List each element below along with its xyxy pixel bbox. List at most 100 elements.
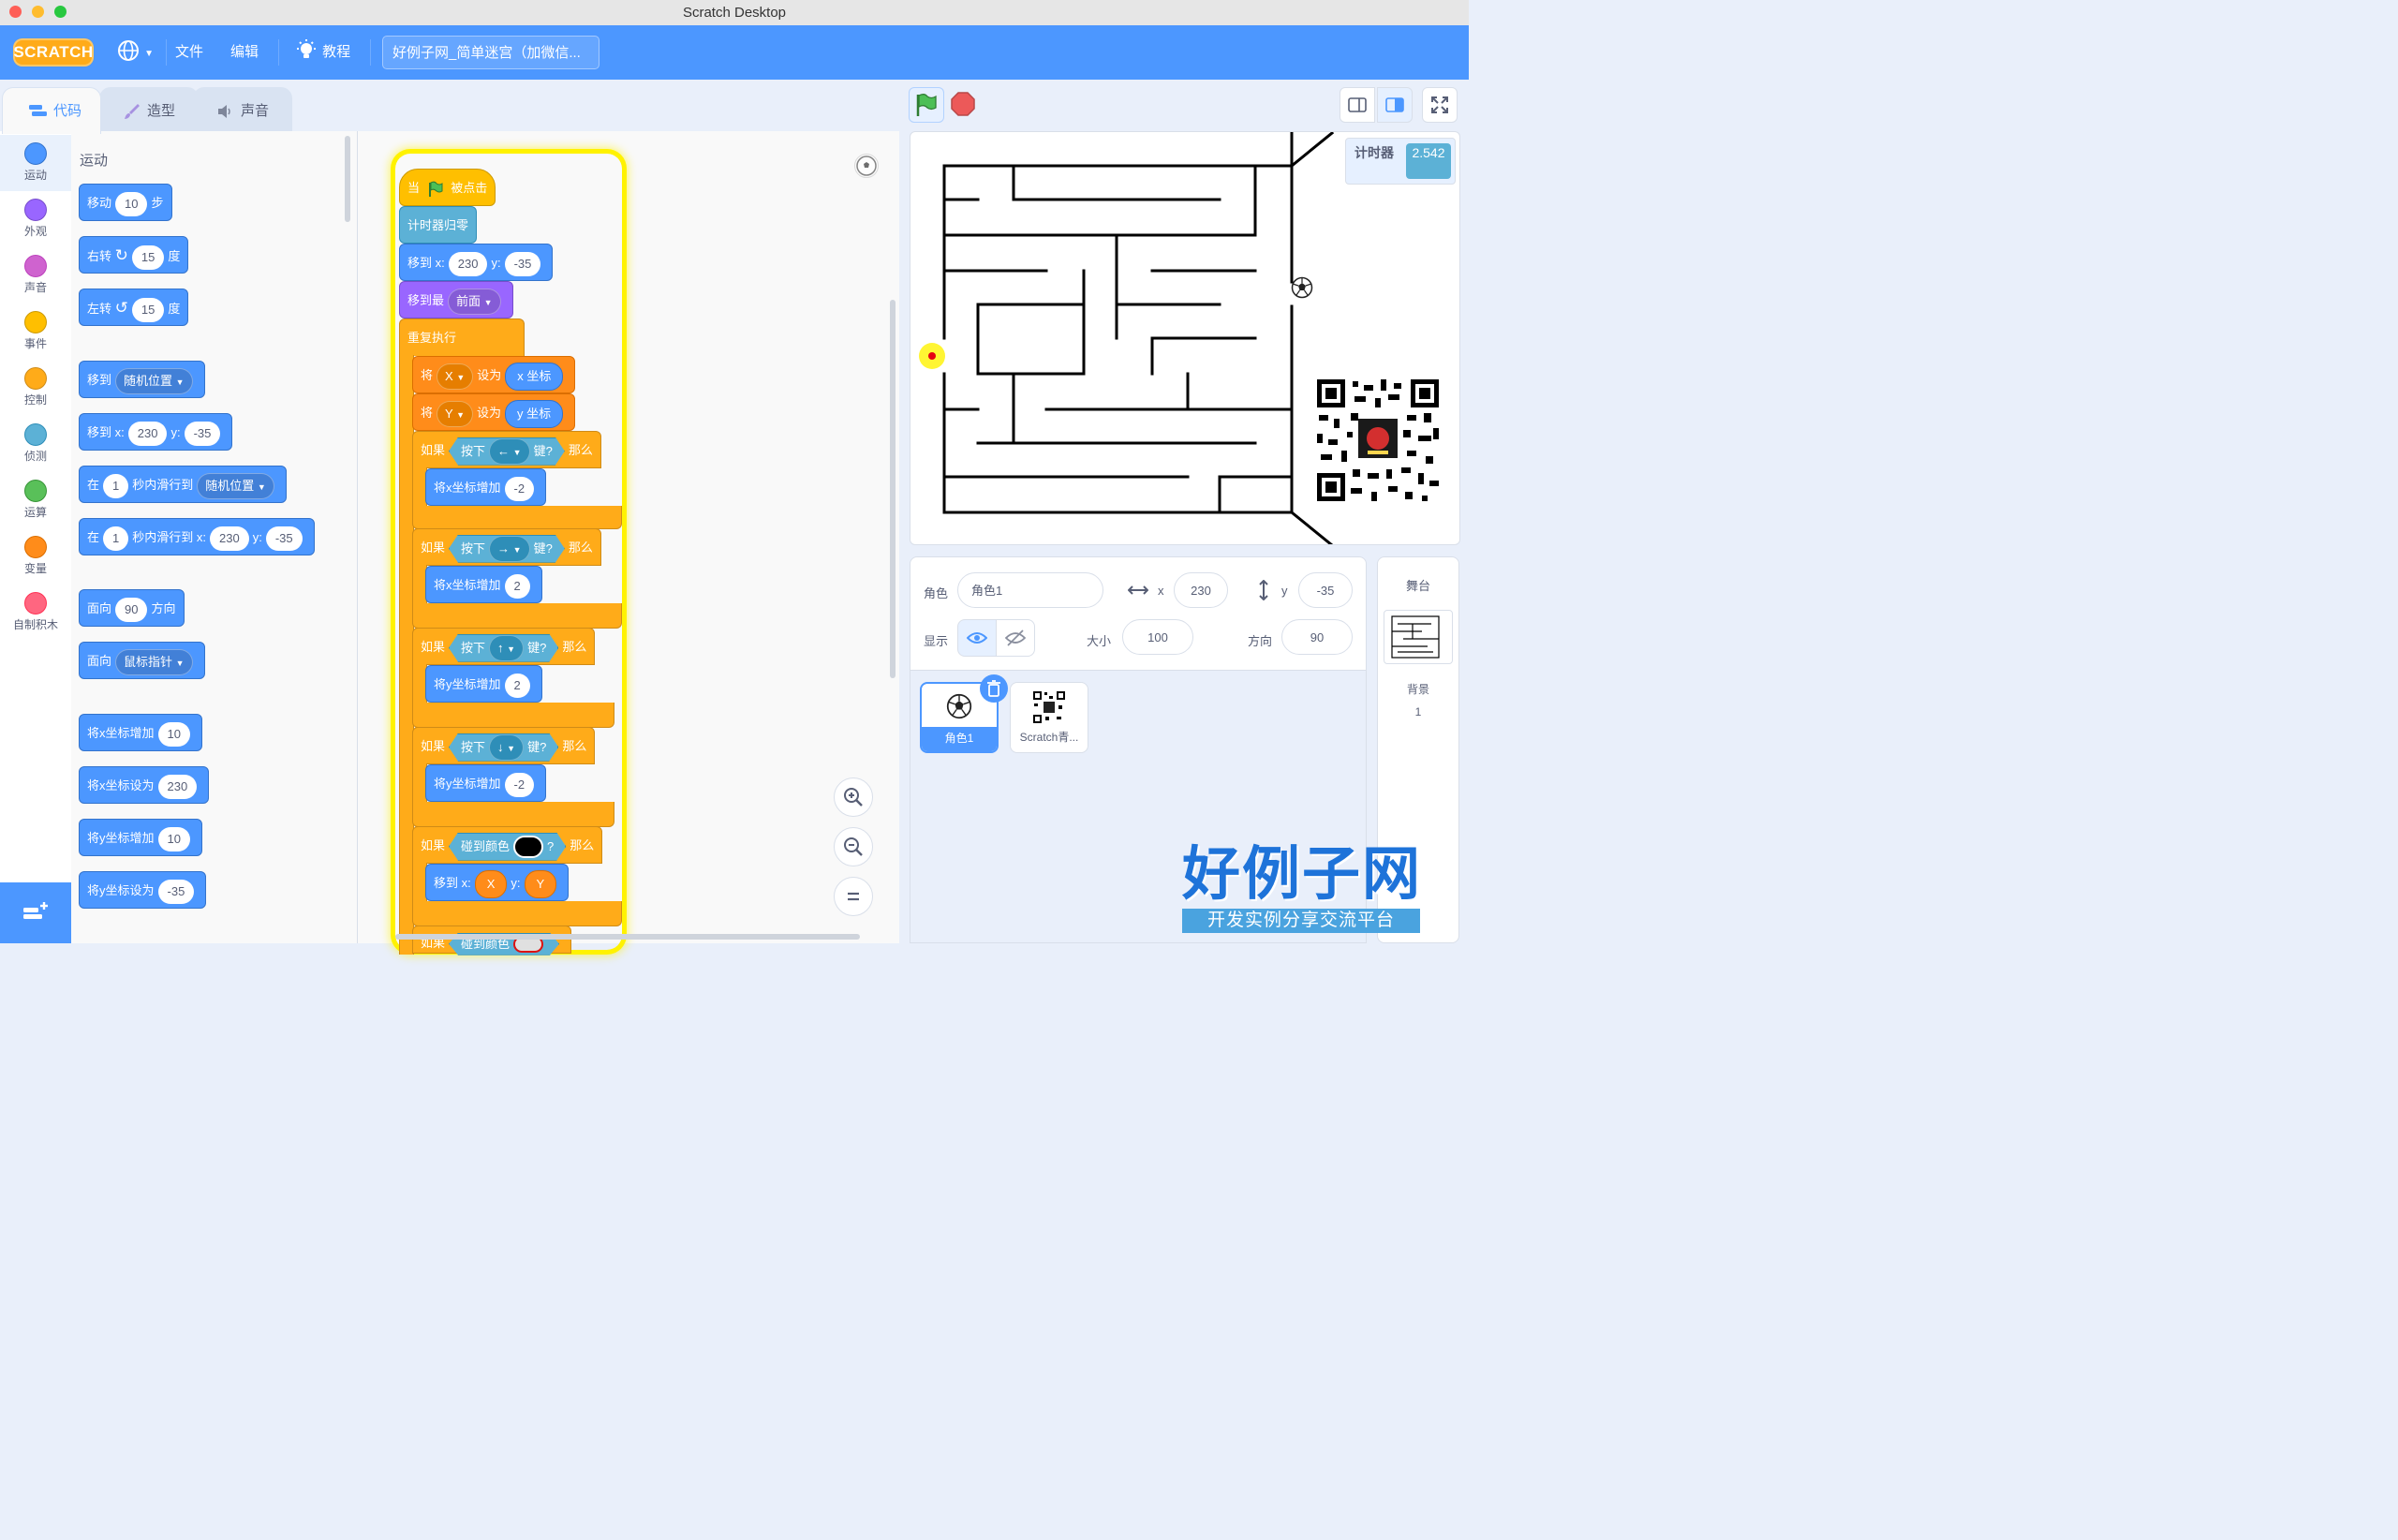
block-turn-left[interactable]: 左转 ↺ 15 度 — [79, 289, 189, 326]
category-sound[interactable]: 声音 — [0, 247, 71, 304]
category-control[interactable]: 控制 — [0, 360, 71, 416]
block-move-steps[interactable]: 移动 10 步 — [79, 184, 172, 221]
key-pressed-condition[interactable]: 按下 → ▼ 键? — [449, 535, 565, 563]
x-input[interactable]: 230 — [127, 421, 168, 446]
project-title-input[interactable]: 好例子网_简单迷宫（加微信... — [382, 36, 600, 69]
touching-color-condition[interactable]: 碰到颜色? — [449, 833, 566, 861]
x-position-reporter[interactable]: x 坐标 — [505, 362, 564, 391]
value-input[interactable]: 2 — [504, 573, 530, 599]
block-if-down-key[interactable]: 如果 按下 ↓ ▼ 键? 那么 — [412, 727, 596, 764]
block-change-y[interactable]: 将y坐标增加 2 — [425, 665, 542, 703]
variable-dropdown[interactable]: Y ▼ — [437, 400, 473, 427]
y-input[interactable]: -35 — [504, 251, 541, 276]
block-change-x[interactable]: 将x坐标增加 -2 — [425, 468, 547, 506]
edit-menu[interactable]: 编辑 — [230, 25, 259, 80]
block-if-touching-color[interactable]: 如果 碰到颜色? 那么 — [412, 826, 603, 864]
category-variables[interactable]: 变量 — [0, 528, 71, 585]
workspace-vertical-scrollbar[interactable] — [890, 300, 896, 678]
timer-monitor[interactable]: 计时器 2.542 — [1345, 138, 1456, 185]
block-go-to-xy[interactable]: 移到 x: 230 y: -35 — [79, 413, 233, 451]
key-dropdown[interactable]: ↓ ▼ — [489, 734, 524, 761]
value-input[interactable]: 230 — [157, 774, 198, 799]
scratch-logo[interactable]: SCRATCH — [13, 38, 94, 67]
block-reset-timer[interactable]: 计时器归零 — [399, 206, 478, 244]
palette-scrollbar[interactable] — [345, 136, 350, 222]
y-input[interactable]: -35 — [265, 526, 303, 551]
block-if-touching-color-2[interactable]: 如果 碰到颜色 — [412, 925, 572, 954]
y-variable-reporter[interactable]: Y — [524, 869, 557, 898]
x-variable-reporter[interactable]: X — [474, 869, 508, 898]
towards-target-dropdown[interactable]: 鼠标指针 ▼ — [115, 648, 193, 675]
value-input[interactable]: -2 — [504, 772, 535, 797]
block-go-to-xy[interactable]: 移到 x: Xy: Y — [425, 864, 570, 901]
x-input[interactable]: 230 — [448, 251, 488, 276]
category-sensing[interactable]: 侦测 — [0, 416, 71, 472]
fullscreen-button[interactable] — [1422, 87, 1458, 123]
block-go-to[interactable]: 移到 随机位置 ▼ — [79, 361, 205, 398]
block-glide-to[interactable]: 在 1 秒内滑行到 随机位置 ▼ — [79, 466, 287, 503]
y-input[interactable]: -35 — [184, 421, 221, 446]
block-change-y[interactable]: 将y坐标增加 -2 — [425, 764, 547, 802]
value-input[interactable]: -35 — [157, 879, 195, 904]
steps-input[interactable]: 10 — [115, 191, 148, 216]
degrees-input[interactable]: 15 — [131, 297, 165, 322]
zoom-reset-button[interactable] — [834, 877, 873, 916]
direction-input[interactable]: 90 — [115, 597, 148, 622]
y-position-input[interactable]: -35 — [1298, 572, 1353, 608]
tutorials-menu[interactable]: 教程 — [294, 25, 350, 80]
category-my-blocks[interactable]: 自制积木 — [0, 585, 71, 641]
qr-code-sprite[interactable] — [1313, 376, 1443, 505]
sprite-name-input[interactable]: 角色1 — [957, 572, 1103, 608]
key-dropdown[interactable]: ← ▼ — [489, 438, 530, 465]
large-stage-button[interactable] — [1377, 87, 1413, 123]
key-pressed-condition[interactable]: 按下 ← ▼ 键? — [449, 437, 565, 466]
block-forever[interactable]: 重复执行 — [399, 318, 525, 356]
block-go-to-front-layer[interactable]: 移到最 前面 ▼ — [399, 281, 513, 318]
variable-dropdown[interactable]: X ▼ — [437, 363, 474, 390]
green-flag-button[interactable] — [909, 87, 944, 123]
sprite-tile-2[interactable]: Scratch青... — [1010, 682, 1088, 753]
block-turn-right[interactable]: 右转 ↻ 15 度 — [79, 236, 189, 274]
language-menu[interactable]: ▼ — [116, 25, 154, 80]
block-set-variable-y[interactable]: 将Y ▼ 设为 y 坐标 — [412, 393, 576, 431]
zoom-in-button[interactable] — [834, 777, 873, 817]
file-menu[interactable]: 文件 — [175, 25, 203, 80]
x-input[interactable]: 230 — [209, 526, 249, 551]
stage-canvas[interactable]: 计时器 2.542 — [910, 131, 1460, 545]
hide-sprite-button[interactable] — [996, 619, 1035, 657]
small-stage-button[interactable] — [1340, 87, 1375, 123]
delete-sprite-button[interactable] — [980, 674, 1008, 703]
category-events[interactable]: 事件 — [0, 304, 71, 360]
show-sprite-button[interactable] — [957, 619, 997, 657]
degrees-input[interactable]: 15 — [131, 244, 165, 270]
value-input[interactable]: 2 — [504, 673, 530, 698]
layer-dropdown[interactable]: 前面 ▼ — [448, 288, 501, 315]
block-point-towards[interactable]: 面向 鼠标指针 ▼ — [79, 642, 205, 679]
block-if-right-key[interactable]: 如果 按下 → ▼ 键? 那么 — [412, 528, 601, 566]
soccer-ball-sprite[interactable] — [1291, 276, 1313, 299]
block-change-x[interactable]: 将x坐标增加 2 — [425, 566, 542, 603]
zoom-out-button[interactable] — [834, 827, 873, 866]
block-set-y[interactable]: 将y坐标设为 -35 — [79, 871, 207, 909]
block-if-up-key[interactable]: 如果 按下 ↑ ▼ 键? 那么 — [412, 628, 596, 665]
block-set-variable-x[interactable]: 将X ▼ 设为 x 坐标 — [412, 356, 576, 393]
block-set-x[interactable]: 将x坐标设为 230 — [79, 766, 210, 804]
workspace-horizontal-scrollbar[interactable] — [395, 934, 860, 940]
goto-target-dropdown[interactable]: 随机位置 ▼ — [115, 367, 193, 394]
key-dropdown[interactable]: → ▼ — [489, 536, 530, 562]
tab-sounds[interactable]: 声音 — [193, 87, 292, 132]
block-when-flag-clicked[interactable]: 当 被点击 — [399, 169, 496, 206]
category-looks[interactable]: 外观 — [0, 191, 71, 247]
x-position-input[interactable]: 230 — [1174, 572, 1228, 608]
key-pressed-condition[interactable]: 按下 ↓ ▼ 键? — [449, 733, 558, 762]
key-dropdown[interactable]: ↑ ▼ — [489, 635, 524, 661]
glide-target-dropdown[interactable]: 随机位置 ▼ — [197, 472, 274, 499]
block-change-x[interactable]: 将x坐标增加 10 — [79, 714, 202, 751]
seconds-input[interactable]: 1 — [103, 526, 129, 551]
sprite-tile-1[interactable]: 角色1 — [920, 674, 1008, 753]
script-workspace[interactable]: 当 被点击 计时器归零 移到 x: 230 y: -35 移到最 前面 ▼ 重复执行 将… — [358, 131, 899, 943]
color-swatch[interactable] — [513, 836, 543, 858]
value-input[interactable]: -2 — [504, 476, 535, 501]
direction-input[interactable]: 90 — [1281, 619, 1353, 655]
size-input[interactable]: 100 — [1122, 619, 1193, 655]
